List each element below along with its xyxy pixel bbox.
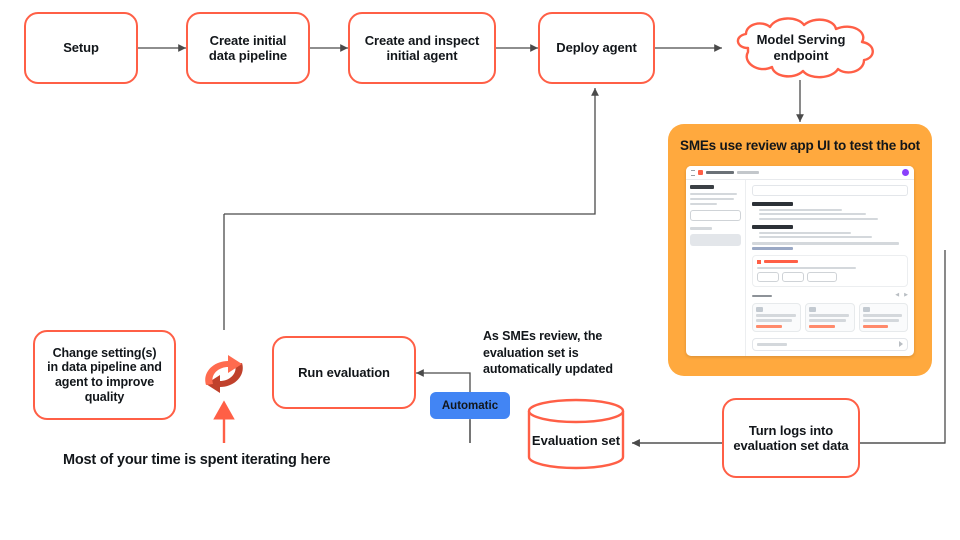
user-avatar-icon[interactable] (902, 169, 909, 176)
source-card[interactable] (752, 303, 802, 332)
node-model-serving-endpoint-label: Model Serving endpoint (756, 32, 846, 63)
node-change-settings-label: Change setting(s) in data pipeline and a… (47, 345, 162, 404)
sources-pager[interactable]: ◀ ▶ (895, 293, 908, 298)
reference-badge[interactable] (756, 324, 782, 328)
chevron-right-icon[interactable]: ▶ (904, 293, 908, 298)
node-create-initial-data-pipeline[interactable]: Create initial data pipeline (186, 12, 310, 84)
node-evaluation-set-label: Evaluation set (531, 433, 621, 449)
sources-label (752, 294, 772, 298)
list-item (759, 231, 852, 234)
document-icon (862, 307, 870, 313)
node-turn-logs-into-evaluation-set-data-label: Turn logs into evaluation set data (733, 422, 849, 453)
reference-badge[interactable] (862, 324, 889, 328)
review-app-screenshot[interactable]: ◀ ▶ (686, 166, 914, 356)
node-setup-label: Setup (63, 40, 99, 56)
node-run-evaluation[interactable]: Run evaluation (272, 336, 416, 409)
benefits-list (752, 208, 908, 221)
list-item (759, 217, 879, 221)
source-card[interactable] (858, 303, 908, 332)
sidebar-section-label (690, 227, 713, 230)
body-text (752, 242, 899, 245)
thumbs-up-button[interactable] (757, 272, 779, 283)
sidebar-heading (690, 185, 715, 189)
flowchart-canvas: Setup Create initial data pipeline Creat… (0, 0, 960, 540)
chevron-left-icon[interactable]: ◀ (895, 293, 899, 298)
requirements-heading (752, 225, 793, 229)
source-card[interactable] (805, 303, 855, 332)
annotation-smes-review-text: As SMEs review, the evaluation set is au… (483, 329, 613, 376)
cite-link[interactable] (752, 247, 793, 250)
app-subtitle-placeholder (737, 171, 759, 174)
feedback-card[interactable] (752, 254, 908, 288)
node-create-and-inspect-initial-agent[interactable]: Create and inspect initial agent (348, 12, 496, 84)
document-icon (809, 307, 817, 313)
node-model-serving-endpoint[interactable]: Model Serving endpoint (718, 14, 884, 82)
screenshot-content: ◀ ▶ (746, 180, 914, 356)
badge-automatic: Automatic (430, 392, 510, 419)
annotation-smes-review: As SMEs review, the evaluation set is au… (483, 328, 658, 378)
feedback-flag-icon (757, 259, 761, 264)
feedback-label (764, 260, 798, 264)
send-icon[interactable] (899, 341, 903, 348)
sources-row (752, 303, 908, 332)
feedback-question (757, 266, 857, 270)
sidebar-text (690, 192, 737, 195)
review-app-panel-title: SMEs use review app UI to test the bot (680, 138, 920, 153)
sources-header: ◀ ▶ (752, 293, 908, 298)
node-evaluation-set[interactable]: Evaluation set (527, 398, 625, 470)
node-create-initial-data-pipeline-label: Create initial data pipeline (208, 32, 288, 63)
caption-iterating: Most of your time is spent iterating her… (63, 452, 331, 468)
node-create-and-inspect-initial-agent-label: Create and inspect initial agent (364, 32, 480, 63)
node-deploy-agent-label: Deploy agent (556, 40, 637, 56)
reference-badge[interactable] (809, 324, 835, 328)
screenshot-body: ◀ ▶ (686, 180, 914, 356)
requirements-list (752, 231, 908, 239)
list-item (759, 213, 867, 216)
node-run-evaluation-label: Run evaluation (298, 364, 390, 380)
node-turn-logs-into-evaluation-set-data[interactable]: Turn logs into evaluation set data (722, 398, 860, 478)
source-path (756, 319, 793, 322)
document-icon (756, 307, 763, 313)
list-item (759, 236, 873, 239)
sidebar-text (690, 202, 717, 205)
conversation-list-item[interactable] (690, 233, 741, 246)
feedback-header (757, 259, 903, 264)
screenshot-sidebar (686, 180, 746, 356)
list-item (759, 208, 843, 211)
source-path (809, 314, 849, 317)
thumbs-down-button[interactable] (782, 272, 804, 283)
feedback-buttons (757, 272, 903, 283)
source-path (809, 319, 846, 322)
caption-iterating-text: Most of your time is spent iterating her… (63, 452, 331, 468)
screenshot-topbar (686, 166, 914, 180)
source-path (756, 314, 796, 317)
node-change-settings[interactable]: Change setting(s) in data pipeline and a… (33, 330, 176, 420)
review-app-panel: SMEs use review app UI to test the bot ◀… (668, 124, 932, 376)
benefits-heading (752, 202, 793, 206)
app-logo-icon (698, 170, 703, 175)
add-comment-button[interactable] (807, 272, 837, 283)
start-new-chat-button[interactable] (690, 210, 741, 221)
node-deploy-agent[interactable]: Deploy agent (538, 12, 655, 84)
sidebar-text (690, 197, 734, 200)
hamburger-icon[interactable] (691, 169, 695, 176)
source-path (862, 314, 903, 317)
badge-automatic-label: Automatic (441, 399, 499, 412)
refresh-cycle-icon (196, 343, 252, 405)
model-name-field[interactable] (752, 185, 908, 196)
source-path (862, 319, 900, 322)
ask-placeholder (757, 343, 787, 346)
node-setup[interactable]: Setup (24, 12, 138, 84)
ask-question-input[interactable] (752, 337, 908, 351)
app-title-placeholder (706, 170, 734, 175)
